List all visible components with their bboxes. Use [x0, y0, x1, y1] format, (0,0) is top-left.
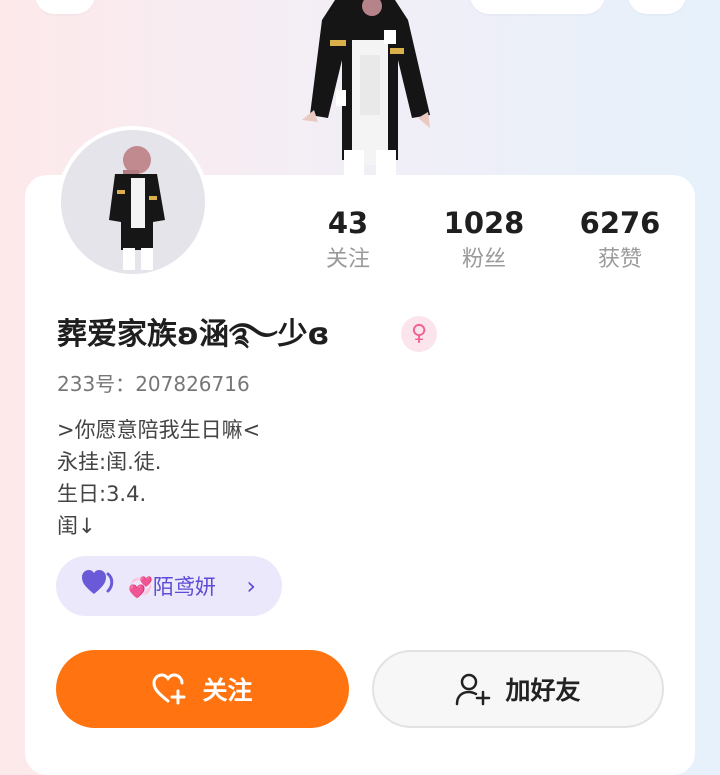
followers-label: 粉丝 — [461, 247, 506, 272]
stat-following[interactable]: 43 关注 — [278, 205, 418, 273]
following-label: 关注 — [325, 247, 370, 272]
uid-label: 233号： — [57, 372, 136, 396]
fan-club-name: 💞陌鸢妍 — [128, 571, 216, 601]
uid-value: 207826716 — [135, 372, 250, 396]
bio-line: 生日:3.4. — [57, 482, 147, 506]
heart-icon — [82, 570, 116, 602]
user-plus-icon — [456, 673, 491, 706]
avatar-character-image — [61, 130, 205, 274]
follow-button[interactable]: 关注 — [56, 650, 349, 728]
bio-line: 永挂:闺.徒. — [57, 450, 162, 474]
more-button[interactable] — [628, 0, 686, 14]
fan-club-label: 陌鸢妍 — [152, 575, 216, 599]
sparkle-heart-icon: 💞 — [128, 575, 153, 599]
add-friend-button[interactable]: 加好友 — [372, 650, 664, 728]
character-illustration — [302, 0, 430, 175]
heart-plus-icon — [152, 673, 186, 705]
user-id: 233号：207826716 — [57, 370, 250, 398]
followers-count: 1028 — [443, 206, 525, 240]
avatar[interactable] — [57, 126, 209, 278]
back-button[interactable] — [35, 0, 95, 14]
likes-label: 获赞 — [597, 247, 642, 272]
follow-label: 关注 — [202, 676, 253, 705]
gender-female-icon: ♀ — [401, 316, 437, 352]
stat-followers[interactable]: 1028 粉丝 — [414, 205, 554, 273]
likes-count: 6276 — [579, 206, 661, 240]
bio-line: >你愿意陪我生日嘛< — [57, 418, 261, 442]
username: 葬爱家族ʚ涵࿐少ɞ — [57, 317, 330, 352]
top-action-pill[interactable] — [470, 0, 605, 14]
add-friend-label: 加好友 — [505, 676, 581, 705]
stat-likes[interactable]: 6276 获赞 — [550, 205, 690, 273]
following-count: 43 — [327, 206, 369, 240]
bio: >你愿意陪我生日嘛< 永挂:闺.徒. 生日:3.4. 闺↓ — [57, 414, 260, 542]
chevron-right-icon: › — [246, 572, 256, 600]
fan-club-badge[interactable]: 💞陌鸢妍 › — [56, 556, 282, 616]
bio-line: 闺↓ — [57, 514, 96, 538]
